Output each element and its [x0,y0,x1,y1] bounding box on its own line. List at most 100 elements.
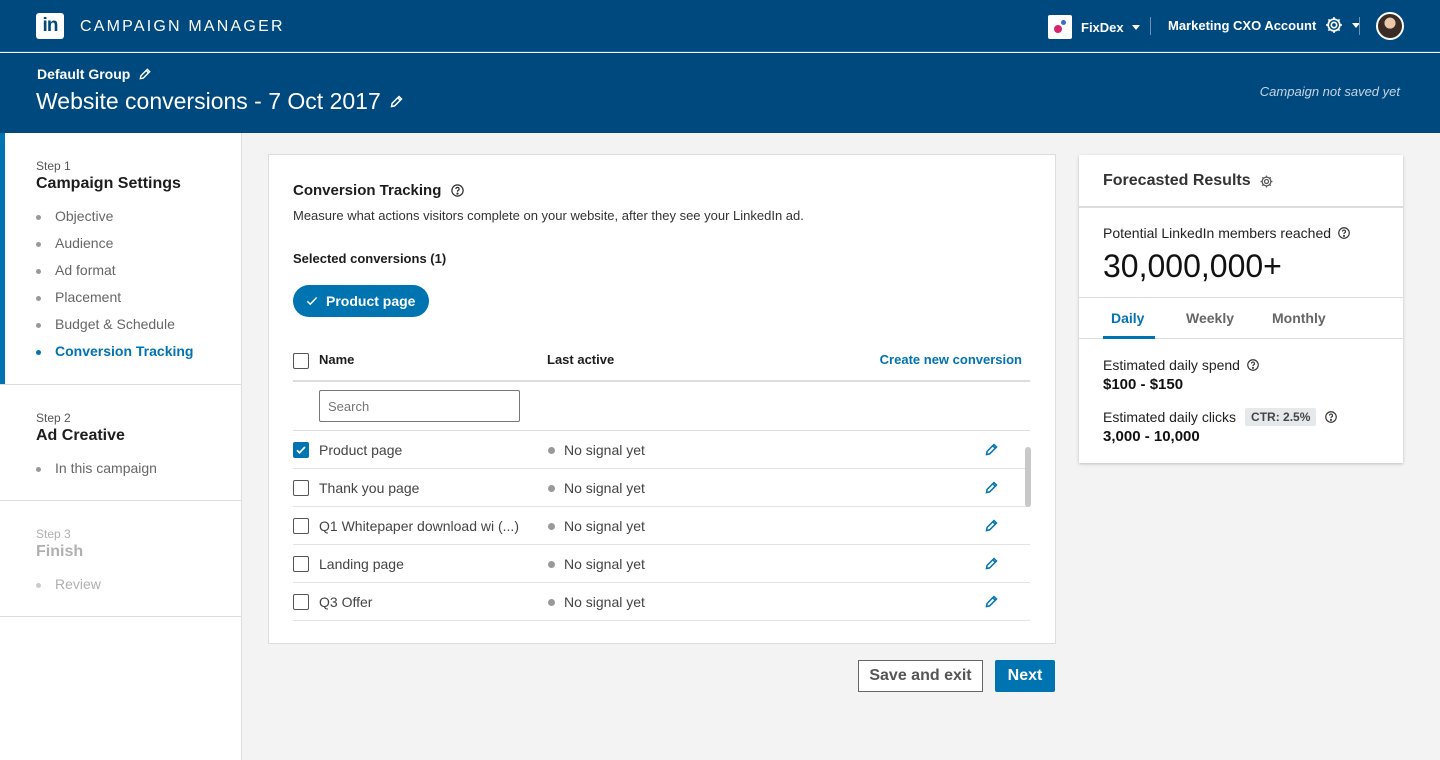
search-input[interactable] [319,390,520,422]
table-row[interactable]: Q3 Offer No signal yet [293,583,1030,621]
step-number: Step 1 [36,159,71,173]
gear-icon[interactable] [1259,174,1274,189]
help-icon[interactable] [450,183,465,198]
divider [1150,17,1151,35]
tab-monthly[interactable]: Monthly [1272,310,1326,326]
save-and-exit-button[interactable]: Save and exit [858,660,983,692]
divider [1359,17,1360,35]
campaign-group[interactable]: Default Group [37,66,152,82]
table-row[interactable]: Product page No signal yet [293,431,1030,469]
table-header: Name Last active Create new conversion [293,343,1030,382]
pencil-icon[interactable] [984,556,999,571]
row-checkbox[interactable] [293,442,309,458]
account-switcher[interactable]: Marketing CXO Account [1168,15,1361,35]
step-item-objective[interactable]: Objective [36,203,241,230]
pencil-icon[interactable] [984,442,999,457]
help-icon[interactable] [1337,226,1351,240]
linkedin-logo[interactable]: in [36,13,64,39]
step-item-audience[interactable]: Audience [36,230,241,257]
row-checkbox[interactable] [293,480,309,496]
pencil-icon[interactable] [389,94,404,109]
step-item-in-this-campaign[interactable]: In this campaign [36,455,241,482]
help-icon[interactable] [1246,358,1260,372]
tab-weekly[interactable]: Weekly [1186,310,1234,326]
status-dot-icon [548,598,555,606]
company-name: FixDex [1081,19,1124,35]
status-dot-icon [548,522,555,530]
pencil-icon[interactable] [984,518,999,533]
reach-label-text: Potential LinkedIn members reached [1103,225,1332,241]
step-number: Step 3 [36,527,71,541]
row-checkbox[interactable] [293,518,309,534]
step-name: Finish [36,543,84,560]
card-description: Measure what actions visitors complete o… [293,208,804,223]
campaign-group-name: Default Group [37,66,131,82]
forecast-title-text: Forecasted Results [1103,172,1251,189]
column-name: Name [319,352,355,367]
campaign-title[interactable]: Website conversions - 7 Oct 2017 [36,88,404,115]
account-name: Marketing CXO Account [1168,17,1317,33]
company-switcher[interactable]: FixDex [1048,15,1140,39]
scrollbar[interactable] [1025,447,1031,507]
step-item-review: Review [36,571,241,598]
step-item-budget-schedule[interactable]: Budget & Schedule [36,311,241,338]
select-all-checkbox[interactable] [293,353,309,369]
selected-conversions-label: Selected conversions (1) [293,251,447,266]
table-row[interactable]: Thank you page No signal yet [293,469,1030,507]
conversion-tracking-card: Conversion Tracking Measure what actions… [268,154,1056,644]
row-status: No signal yet [548,442,645,458]
row-name: Q3 Offer [319,594,373,610]
chevron-down-icon [1131,24,1140,30]
row-status: No signal yet [548,480,645,496]
step-item-placement[interactable]: Placement [36,284,241,311]
next-button[interactable]: Next [995,660,1055,692]
forecast-card: Forecasted Results Potential LinkedIn me… [1079,155,1403,463]
selected-conversion-chip[interactable]: Product page [293,285,430,317]
pencil-icon[interactable] [138,67,152,81]
app-title: CAMPAIGN MANAGER [80,18,285,35]
clicks-value: 3,000 - 10,000 [1103,428,1200,445]
step-ad-creative[interactable]: Step 2 Ad Creative In this campaign [0,385,241,501]
row-checkbox[interactable] [293,594,309,610]
ctr-badge: CTR: 2.5% [1245,408,1317,426]
pencil-icon[interactable] [984,594,999,609]
status-dot-icon [548,560,555,568]
table-row[interactable]: Q1 Whitepaper download wi (...) No signa… [293,507,1030,545]
active-tab-indicator [1103,336,1155,339]
create-new-conversion-link[interactable]: Create new conversion [880,352,1022,367]
card-title: Conversion Tracking [293,182,465,199]
tab-daily[interactable]: Daily [1111,310,1144,326]
step-item-conversion-tracking[interactable]: Conversion Tracking [36,338,241,365]
campaign-title-text: Website conversions - 7 Oct 2017 [36,88,381,114]
row-status: No signal yet [548,594,645,610]
check-icon [306,296,318,306]
row-status: No signal yet [548,556,645,572]
row-checkbox[interactable] [293,556,309,572]
row-status-text: No signal yet [564,442,645,458]
forecast-title: Forecasted Results [1103,172,1274,190]
avatar[interactable] [1376,12,1404,40]
table-row[interactable]: Landing page No signal yet [293,545,1030,583]
step-name: Campaign Settings [36,175,181,192]
status-dot-icon [548,484,555,492]
step-number: Step 2 [36,411,71,425]
spend-label: Estimated daily spend [1103,357,1260,373]
save-status: Campaign not saved yet [1259,84,1400,99]
step-campaign-settings[interactable]: Step 1 Campaign Settings Objective Audie… [0,133,241,385]
row-name: Thank you page [319,480,420,496]
pencil-icon[interactable] [984,480,999,495]
step-item-ad-format[interactable]: Ad format [36,257,241,284]
reach-value: 30,000,000+ [1103,248,1282,284]
forecast-tabs: Daily Weekly Monthly [1079,298,1403,339]
row-name: Q1 Whitepaper download wi (...) [319,518,519,534]
help-icon[interactable] [1324,410,1338,424]
chip-label: Product page [326,293,416,309]
row-status-text: No signal yet [564,556,645,572]
step-name: Ad Creative [36,427,125,444]
gear-icon[interactable] [1324,15,1344,35]
row-status-text: No signal yet [564,518,645,534]
column-last-active: Last active [547,352,615,367]
spend-value: $100 - $150 [1103,376,1184,393]
campaign-header: Default Group Website conversions - 7 Oc… [0,53,1440,133]
spend-label-text: Estimated daily spend [1103,357,1240,373]
